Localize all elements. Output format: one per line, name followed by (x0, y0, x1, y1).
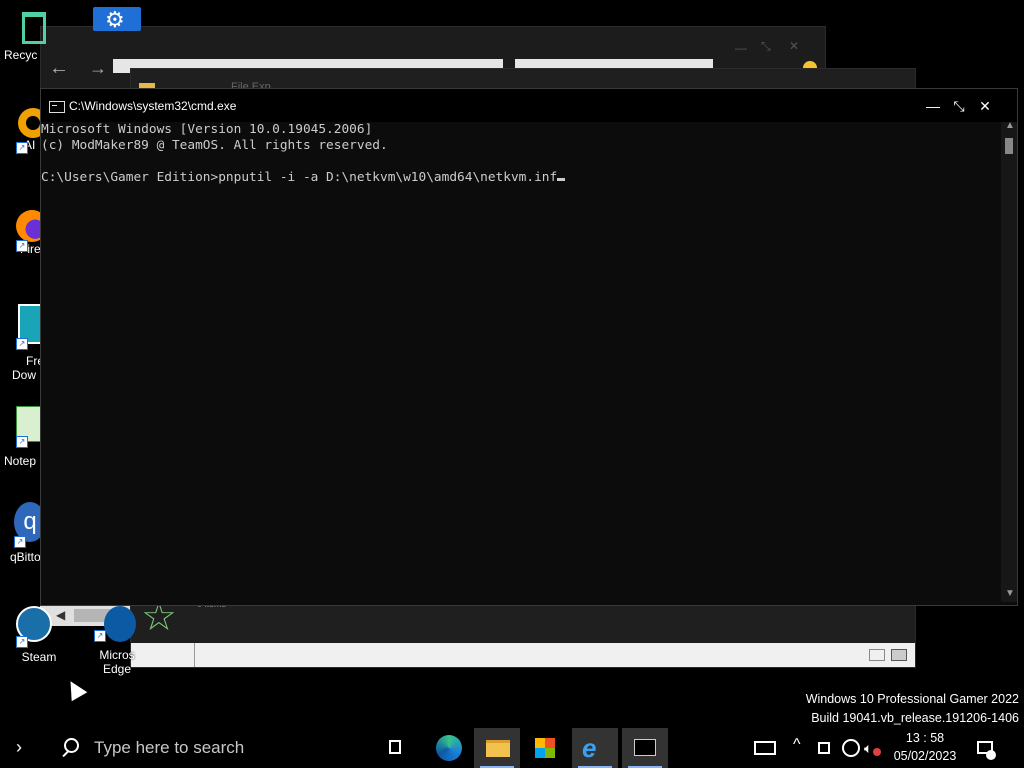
notification-count-badge (986, 750, 996, 760)
shortcut-arrow-icon: ↗ (14, 536, 26, 548)
maximize-icon[interactable]: ⤡ (761, 39, 771, 54)
scroll-up-icon[interactable]: ▲ (1005, 120, 1015, 131)
internet-explorer-icon: e (582, 733, 597, 763)
network-globe-icon[interactable] (842, 739, 860, 757)
console-output[interactable]: Microsoft Windows [Version 10.0.19045.20… (41, 122, 999, 602)
edge-icon (104, 606, 136, 642)
task-view-button[interactable] (374, 728, 420, 768)
activation-watermark-line2: Build 19041.vb_release.191206-1406 (811, 711, 1019, 725)
start-button[interactable]: › (0, 728, 46, 768)
scroll-thumb[interactable] (1005, 138, 1013, 154)
activation-watermark-line1: Windows 10 Professional Gamer 2022 (805, 692, 1019, 706)
vertical-scrollbar[interactable]: ▲ ▼ (1001, 120, 1017, 602)
console-line: Microsoft Windows [Version 10.0.19045.20… (41, 122, 373, 137)
clock-date[interactable]: 05/02/2023 (888, 749, 962, 763)
maximize-button[interactable]: ⤡ (947, 95, 971, 117)
status-divider (194, 643, 195, 667)
desktop-icon-recycle-bin[interactable]: Recyc (4, 10, 66, 62)
cmd-window[interactable]: C:\Windows\system32\cmd.exe — ⤡ ✕ Micros… (40, 88, 1018, 606)
large-icons-view-icon[interactable] (891, 649, 907, 661)
forward-arrow-icon[interactable]: → (89, 58, 107, 79)
news-widget-icon[interactable] (754, 741, 776, 755)
cmd-window-title: C:\Windows\system32\cmd.exe (69, 99, 237, 113)
folder-icon (486, 740, 510, 757)
taskbar-search-box[interactable]: Type here to search (48, 728, 364, 768)
shortcut-arrow-icon: ↗ (94, 630, 106, 642)
edge-icon (436, 735, 462, 761)
gear-icon: ⚙ (105, 7, 125, 32)
mute-badge-icon (873, 748, 881, 756)
minimize-button[interactable]: — (921, 95, 945, 117)
taskbar: › Type here to search e ^ 🔈︎ 13 : 58 05/… (0, 728, 1024, 768)
taskbar-edge[interactable] (426, 728, 472, 768)
console-line: (c) ModMaker89 @ TeamOS. All rights rese… (41, 138, 388, 153)
minimize-icon[interactable]: — (735, 41, 747, 55)
settings-icon[interactable]: ⚙ (93, 7, 141, 31)
status-bar (131, 643, 915, 667)
details-view-icon[interactable] (869, 649, 885, 661)
meet-now-icon[interactable] (818, 742, 830, 754)
cmd-app-icon (49, 101, 65, 113)
cmd-titlebar[interactable]: C:\Windows\system32\cmd.exe — ⤡ ✕ (41, 89, 1017, 122)
volume-muted-icon[interactable]: 🔈︎ (864, 740, 872, 757)
chevron-right-icon: › (16, 737, 22, 757)
taskbar-internet-explorer[interactable]: e (572, 728, 618, 768)
console-line: ​ (41, 154, 999, 170)
text-cursor (557, 178, 566, 181)
task-view-icon (389, 740, 401, 754)
taskbar-cmd[interactable] (622, 728, 668, 768)
search-placeholder: Type here to search (94, 738, 245, 757)
shortcut-arrow-icon: ↗ (16, 142, 28, 154)
console-prompt-line: C:\Users\Gamer Edition>pnputil -i -a D:\… (41, 170, 999, 186)
search-icon-handle (62, 750, 69, 758)
close-icon[interactable]: ✕ (789, 39, 799, 53)
desktop-icon-microsoft-edge[interactable]: ↗ Micros Edge (86, 606, 148, 676)
shortcut-arrow-icon: ↗ (16, 240, 28, 252)
shortcut-arrow-icon: ↗ (16, 338, 28, 350)
scroll-down-icon[interactable]: ▼ (1005, 588, 1015, 599)
close-button[interactable]: ✕ (973, 95, 997, 117)
clock-time[interactable]: 13 : 58 (894, 731, 956, 745)
shortcut-arrow-icon: ↗ (16, 636, 28, 648)
store-icon (535, 738, 555, 758)
taskbar-store[interactable] (522, 728, 568, 768)
mouse-cursor-icon (62, 676, 88, 702)
console-command: C:\Users\Gamer Edition>pnputil -i -a D:\… (41, 170, 558, 185)
desktop-icon-steam[interactable]: ↗ Steam (8, 606, 70, 664)
chevron-up-icon[interactable]: ^ (793, 736, 801, 754)
shortcut-arrow-icon: ↗ (16, 436, 28, 448)
taskbar-file-explorer[interactable] (474, 728, 520, 768)
cmd-icon (634, 739, 656, 756)
recycle-bin-icon (22, 12, 46, 44)
